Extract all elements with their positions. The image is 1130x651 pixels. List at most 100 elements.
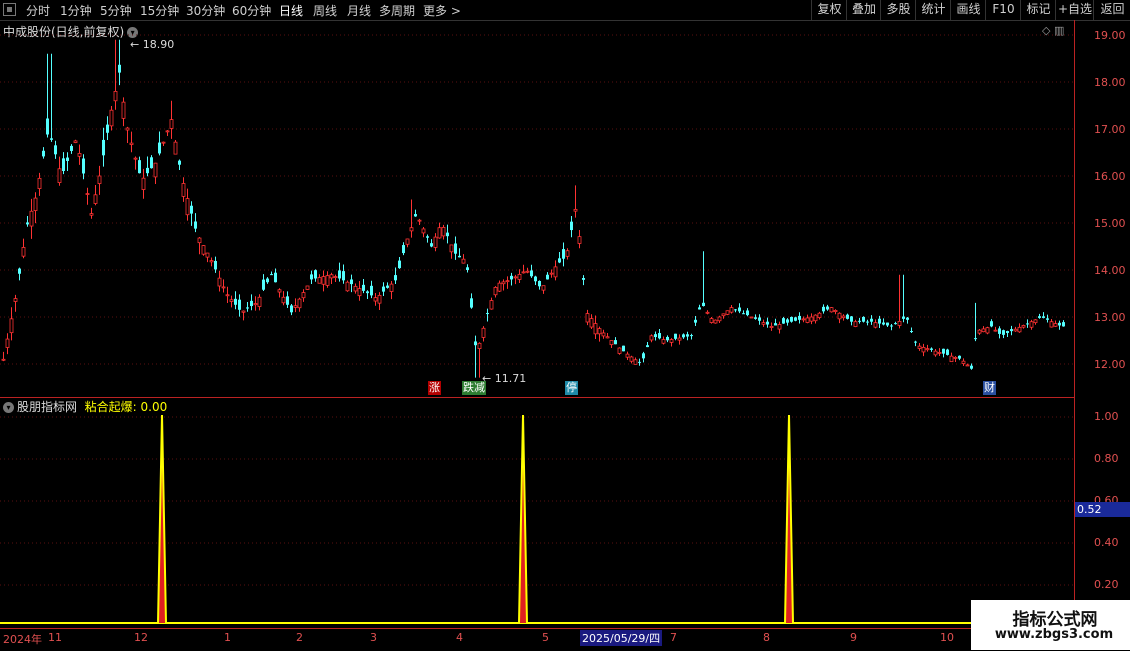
- candle: [654, 331, 657, 341]
- candle: [682, 333, 685, 339]
- period-tab-2[interactable]: 5分钟: [100, 2, 132, 19]
- candle: [541, 285, 546, 294]
- candle: [589, 314, 594, 330]
- event-marker[interactable]: 停: [565, 381, 578, 395]
- candle: [461, 254, 466, 264]
- toolbar-button-3[interactable]: 统计: [915, 0, 951, 20]
- candle: [993, 326, 998, 332]
- candle: [690, 333, 693, 340]
- candle: [658, 328, 661, 340]
- period-tab-0[interactable]: 分时: [26, 2, 50, 19]
- candle: [165, 130, 170, 136]
- candle: [646, 342, 649, 348]
- candle: [446, 224, 449, 244]
- period-tab-8[interactable]: 月线: [347, 2, 371, 19]
- toolbar-button-0[interactable]: 复权: [811, 0, 847, 20]
- menu-icon[interactable]: [3, 3, 16, 16]
- candle: [897, 274, 902, 329]
- period-tab-3[interactable]: 15分钟: [140, 2, 179, 19]
- toolbar-button-2[interactable]: 多股: [880, 0, 916, 20]
- candle: [858, 317, 861, 324]
- candle: [398, 256, 401, 269]
- candle: [73, 139, 78, 144]
- candle: [477, 342, 482, 378]
- period-tab-1[interactable]: 1分钟: [60, 2, 92, 19]
- indicator-tick-label: 0.20: [1094, 578, 1119, 591]
- candle: [26, 216, 29, 227]
- toolbar-button-6[interactable]: 标记: [1020, 0, 1056, 20]
- candle: [790, 316, 793, 323]
- candle: [113, 39, 118, 110]
- candle: [238, 294, 241, 317]
- indicator-spike: [784, 414, 794, 624]
- candle: [405, 238, 410, 248]
- candle: [601, 329, 606, 339]
- candle: [102, 127, 105, 167]
- candle: [846, 313, 849, 320]
- indicator-tick-label: 1.00: [1094, 410, 1119, 423]
- candle: [246, 302, 249, 312]
- event-marker[interactable]: 财: [983, 381, 996, 395]
- candle: [497, 280, 502, 293]
- event-marker[interactable]: 跌减: [462, 381, 486, 395]
- candle: [29, 198, 34, 239]
- candle: [57, 156, 62, 186]
- candle: [85, 187, 90, 205]
- toolbar-button-1[interactable]: 叠加: [846, 0, 881, 20]
- price-extreme-label: ← 18.90: [130, 38, 174, 51]
- candle: [274, 268, 277, 283]
- date-label: 11: [48, 631, 62, 644]
- candle: [426, 234, 429, 243]
- candle: [297, 297, 302, 312]
- price-tick-label: 14.00: [1094, 264, 1126, 277]
- candle: [721, 313, 726, 319]
- candle: [702, 251, 705, 307]
- candle: [1013, 326, 1018, 332]
- candle: [317, 274, 322, 284]
- candle: [42, 147, 45, 159]
- candle: [161, 141, 166, 147]
- candle: [229, 295, 234, 308]
- candle: [158, 131, 161, 156]
- candle: [593, 315, 598, 339]
- candle: [774, 318, 777, 326]
- candle: [985, 326, 990, 335]
- period-tab-10[interactable]: 更多 >: [423, 2, 461, 19]
- candle: [837, 312, 842, 324]
- candle: [266, 277, 269, 284]
- candle: [138, 156, 141, 174]
- candle: [293, 298, 298, 313]
- period-tab-5[interactable]: 60分钟: [232, 2, 271, 19]
- period-tab-7[interactable]: 周线: [313, 2, 337, 19]
- candle: [949, 352, 954, 363]
- candle: [902, 274, 905, 323]
- period-tab-6[interactable]: 日线: [279, 2, 303, 19]
- candle: [534, 275, 537, 286]
- candle: [1017, 323, 1022, 333]
- candle: [505, 276, 510, 289]
- candle: [609, 340, 614, 348]
- price-tick-label: 18.00: [1094, 76, 1126, 89]
- candle: [357, 280, 362, 301]
- candle: [150, 155, 153, 169]
- price-tick-label: 13.00: [1094, 311, 1126, 324]
- candle: [342, 264, 345, 284]
- toolbar-button-5[interactable]: F10: [985, 0, 1021, 20]
- candle: [746, 308, 749, 317]
- candle: [597, 326, 602, 342]
- period-tab-4[interactable]: 30分钟: [186, 2, 225, 19]
- toolbar-button-8[interactable]: 返回: [1093, 0, 1130, 20]
- candle: [93, 185, 98, 206]
- candle: [129, 131, 134, 153]
- candle: [402, 242, 405, 256]
- period-tab-9[interactable]: 多周期: [379, 2, 415, 19]
- candle: [409, 199, 414, 238]
- event-marker[interactable]: 涨: [428, 381, 441, 395]
- period-toolbar: 分时 1分钟 5分钟 15分钟 30分钟 60分钟 日线 周线 月线 多周期 更多 > 复权 叠加 多股…: [0, 0, 1130, 21]
- candle: [1049, 318, 1054, 328]
- toolbar-button-7[interactable]: +自选: [1055, 0, 1094, 20]
- candle: [666, 335, 669, 343]
- candle: [998, 326, 1001, 339]
- candle: [33, 192, 38, 224]
- toolbar-button-4[interactable]: 画线: [950, 0, 986, 20]
